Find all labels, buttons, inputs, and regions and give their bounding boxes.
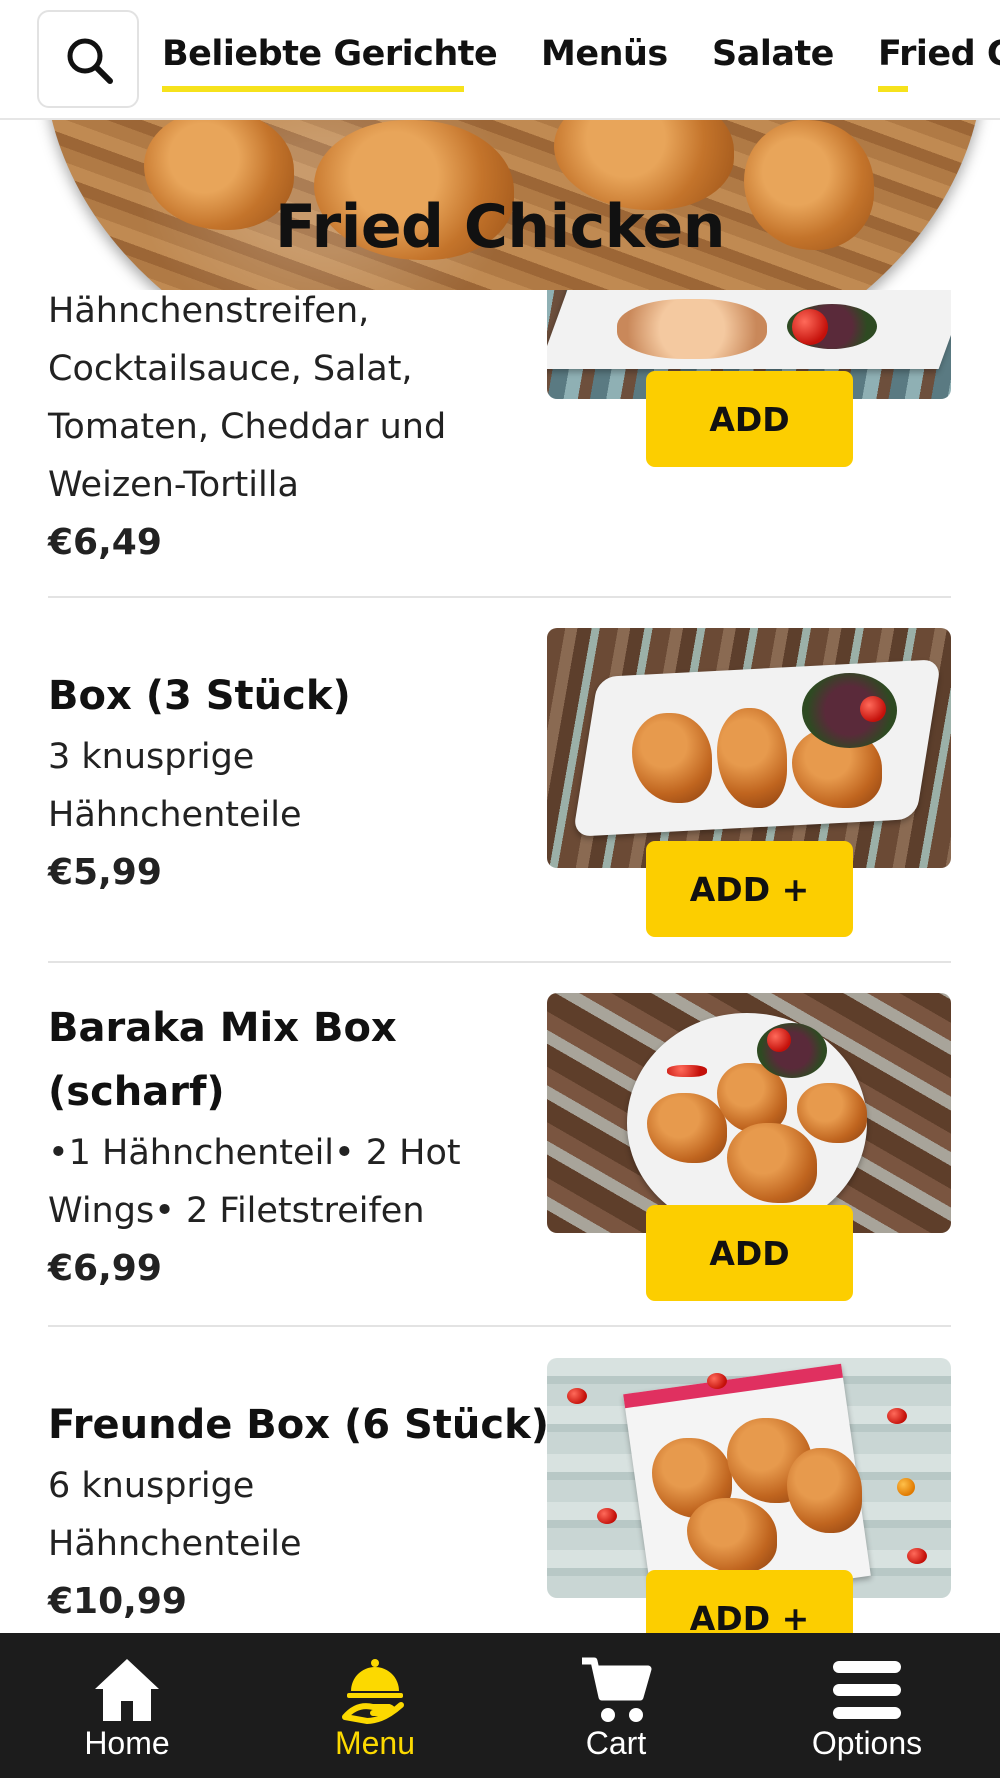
nav-label: Cart	[585, 1725, 647, 1761]
divider	[48, 596, 951, 598]
item-name: Baraka Mix Box (scharf)	[48, 996, 538, 1124]
tab-salate[interactable]: Salate	[712, 34, 834, 94]
item-photo	[547, 628, 951, 868]
add-button[interactable]: ADD	[646, 371, 853, 467]
bottom-navigation: Home Menu Cart Options	[0, 1633, 1000, 1778]
item-description: 3 knusprige Hähnchenteile	[48, 728, 538, 844]
category-bar: Beliebte Gerichte Menüs Salate Fried Chi…	[0, 0, 1000, 120]
tab-label: Salate	[712, 34, 834, 74]
search-icon	[67, 38, 113, 84]
nav-label: Menu	[334, 1725, 416, 1761]
cart-icon	[582, 1657, 652, 1722]
item-name: Freunde Box (6 Stück)	[48, 1402, 549, 1448]
add-button[interactable]: ADD +	[646, 841, 853, 937]
active-tab-underline	[162, 86, 464, 92]
home-icon	[95, 1659, 159, 1721]
hamburger-menu-icon	[833, 1661, 901, 1719]
tab-beliebte-gerichte[interactable]: Beliebte Gerichte	[162, 34, 498, 94]
item-description: •1 Hähnchenteil• 2 Hot Wings• 2 Filetstr…	[48, 1124, 538, 1240]
nav-label: Home	[84, 1725, 170, 1761]
divider	[48, 1325, 951, 1327]
item-price: €10,99	[48, 1581, 187, 1622]
nav-options[interactable]: Options	[767, 1633, 967, 1778]
nav-menu[interactable]: Menu	[275, 1633, 475, 1778]
section-title: Fried Chicken	[275, 192, 725, 262]
item-photo	[547, 1358, 951, 1598]
cloche-icon	[342, 1659, 404, 1725]
divider	[48, 961, 951, 963]
description-line: Hähnchenstreifen,	[48, 291, 370, 331]
tab-menus[interactable]: Menüs	[541, 34, 668, 94]
description-line: Hähnchenteile	[48, 1524, 302, 1564]
nav-home[interactable]: Home	[27, 1633, 227, 1778]
item-name: Box (3 Stück)	[48, 673, 351, 719]
section-banner: Fried Chicken	[0, 120, 1000, 290]
item-photo	[547, 993, 951, 1233]
description-line: Cocktailsauce, Salat,	[48, 349, 413, 389]
description-line: •1 Hähnchenteil• 2 Hot	[48, 1133, 461, 1173]
item-name-line: (scharf)	[48, 1069, 225, 1115]
description-line: Tomaten, Cheddar und	[48, 407, 447, 447]
active-tab-underline	[878, 86, 908, 92]
item-price: €6,99	[48, 1248, 162, 1289]
item-price: €5,99	[48, 852, 162, 893]
nav-label: Options	[811, 1725, 923, 1761]
item-description: 6 knusprige Hähnchenteile	[48, 1457, 538, 1573]
description-line: Weizen-Tortilla	[48, 465, 299, 505]
tab-label: Fried Chicken	[878, 34, 1000, 74]
description-line: Hähnchenteile	[48, 795, 302, 835]
description-line: Wings• 2 Filetstreifen	[48, 1191, 425, 1231]
search-button[interactable]	[37, 10, 139, 108]
add-button[interactable]: ADD	[646, 1205, 853, 1301]
nav-cart[interactable]: Cart	[516, 1633, 716, 1778]
tab-label: Menüs	[541, 34, 668, 74]
description-line: 6 knusprige	[48, 1466, 255, 1506]
tab-fried-chicken[interactable]: Fried Chicken	[878, 34, 1000, 94]
item-price: €6,49	[48, 522, 162, 563]
tab-label: Beliebte Gerichte	[162, 34, 498, 74]
item-description: Hähnchenstreifen, Cocktailsauce, Salat, …	[48, 282, 538, 514]
item-name-line: Baraka Mix Box	[48, 1005, 397, 1051]
description-line: 3 knusprige	[48, 737, 255, 777]
